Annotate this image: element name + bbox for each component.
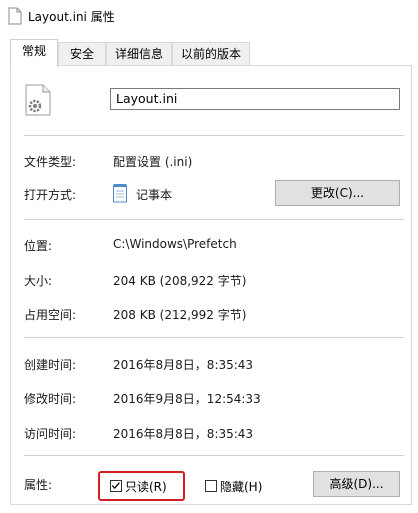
size-on-disk-label: 占用空间: — [24, 308, 77, 322]
readonly-label[interactable]: 只读(R) — [125, 478, 167, 495]
advanced-button[interactable]: 高级(D)... — [313, 471, 400, 497]
hidden-checkbox[interactable] — [205, 480, 217, 492]
change-button[interactable]: 更改(C)... — [275, 180, 400, 206]
size-value: 204 KB (208,922 字节) — [113, 274, 247, 288]
open-with-value: 记事本 — [136, 188, 173, 202]
window-title: Layout.ini 属性 — [28, 10, 115, 24]
settings-file-icon — [25, 84, 51, 116]
tab-general[interactable]: 常规 — [10, 39, 58, 67]
created-label: 创建时间: — [24, 358, 77, 372]
location-value: C:\Windows\Prefetch — [113, 237, 237, 251]
modified-label: 修改时间: — [24, 392, 77, 406]
checkmark-icon — [111, 482, 120, 490]
file-icon — [8, 7, 22, 25]
readonly-checkbox[interactable] — [110, 480, 122, 492]
notepad-icon — [113, 184, 127, 203]
file-type-label: 文件类型: — [24, 155, 77, 169]
hidden-label[interactable]: 隐藏(H) — [220, 478, 262, 495]
divider — [24, 455, 404, 456]
tab-strip: 常规 安全 详细信息 以前的版本 — [10, 39, 410, 67]
file-name-input[interactable]: Layout.ini — [110, 88, 400, 110]
divider — [24, 219, 404, 220]
created-value: 2016年8月8日，8:35:43 — [113, 358, 254, 372]
location-label: 位置: — [24, 239, 53, 253]
size-on-disk-value: 208 KB (212,992 字节) — [113, 308, 247, 322]
accessed-label: 访问时间: — [24, 427, 77, 441]
tab-details[interactable]: 详细信息 — [106, 42, 172, 66]
open-with-label: 打开方式: — [24, 188, 77, 202]
file-type-value: 配置设置 (.ini) — [113, 155, 193, 169]
divider — [24, 337, 404, 338]
attributes-label: 属性: — [24, 478, 53, 492]
tab-previous-versions[interactable]: 以前的版本 — [172, 42, 250, 66]
modified-value: 2016年9月8日，12:54:33 — [113, 392, 261, 406]
title-bar: Layout.ini 属性 — [0, 0, 418, 32]
tab-security[interactable]: 安全 — [58, 42, 106, 66]
accessed-value: 2016年8月8日，8:35:43 — [113, 427, 254, 441]
size-label: 大小: — [24, 274, 53, 288]
divider — [24, 135, 404, 136]
